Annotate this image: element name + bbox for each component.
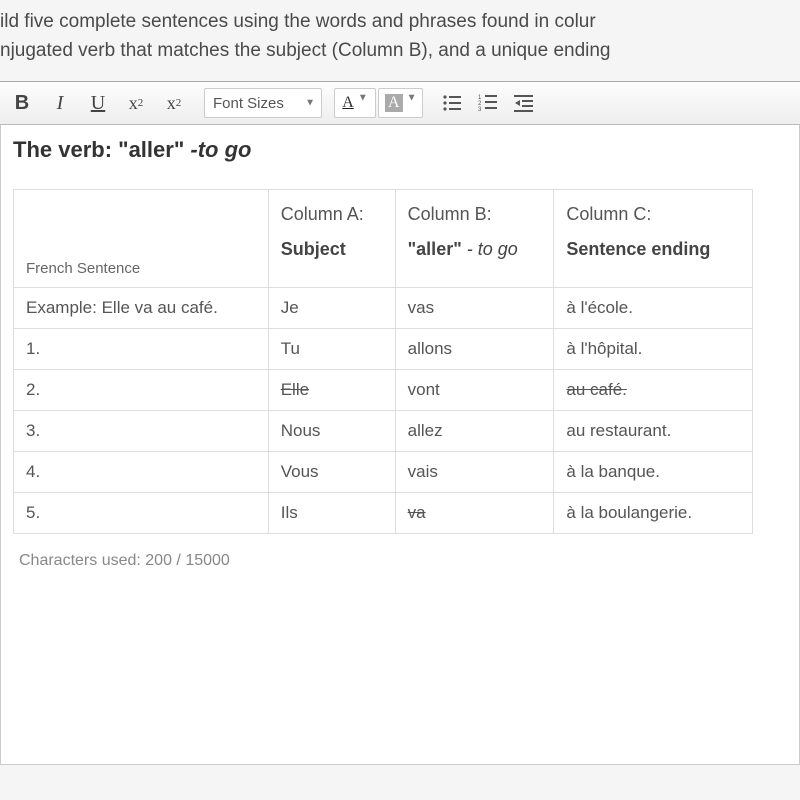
instruction-line-2: njugated verb that matches the subject (… (0, 37, 800, 66)
cell-french-sentence: 2. (14, 370, 269, 411)
table-row: 5.Ilsvaà la boulangerie. (14, 493, 753, 534)
cell-verb: vont (395, 370, 554, 411)
cell-ending: au café. (554, 370, 753, 411)
cell-ending: à la banque. (554, 452, 753, 493)
cell-subject: Je (268, 288, 395, 329)
cell-subject: Tu (268, 329, 395, 370)
cell-subject: Ils (268, 493, 395, 534)
subscript-button[interactable]: x2 (156, 85, 192, 121)
bulleted-list-icon (442, 93, 462, 113)
chevron-down-icon: ▼ (407, 92, 417, 103)
cell-ending: à l'école. (554, 288, 753, 329)
cell-verb: vas (395, 288, 554, 329)
table-header-row: French Sentence Column A: Subject Column… (14, 190, 753, 288)
indent-icon (514, 93, 534, 113)
cell-verb: allons (395, 329, 554, 370)
chevron-down-icon: ▼ (305, 98, 315, 109)
character-count: Characters used: 200 / 15000 (13, 534, 787, 570)
cell-french-sentence: 5. (14, 493, 269, 534)
font-size-label: Font Sizes (213, 95, 284, 112)
cell-subject: Elle (268, 370, 395, 411)
table-row: 1.Tuallonsà l'hôpital. (14, 329, 753, 370)
font-size-dropdown[interactable]: Font Sizes ▼ (204, 88, 322, 118)
background-color-button[interactable]: A ▼ (378, 88, 423, 118)
numbered-list-button[interactable]: 1 2 3 (471, 86, 505, 120)
cell-french-sentence: 4. (14, 452, 269, 493)
table-row: 2.Ellevontau café. (14, 370, 753, 411)
cell-ending: à la boulangerie. (554, 493, 753, 534)
underline-button[interactable]: U (80, 85, 116, 121)
superscript-button[interactable]: x2 (118, 85, 154, 121)
text-color-glyph: A (342, 94, 354, 112)
bulleted-list-button[interactable] (435, 86, 469, 120)
chevron-down-icon: ▼ (358, 92, 368, 103)
cell-french-sentence: 3. (14, 411, 269, 452)
verb-title: The verb: "aller" -to go (13, 133, 787, 181)
instructions-text: ild five complete sentences using the wo… (0, 0, 800, 81)
header-column-b: Column B: "aller" - to go (395, 190, 554, 288)
cell-french-sentence: Example: Elle va au café. (14, 288, 269, 329)
indent-button[interactable] (507, 86, 541, 120)
cell-ending: à l'hôpital. (554, 329, 753, 370)
header-column-c: Column C: Sentence ending (554, 190, 753, 288)
bg-color-glyph: A (385, 94, 403, 112)
rich-text-editor[interactable]: The verb: "aller" -to go French Sentence… (0, 125, 800, 765)
numbered-list-icon: 1 2 3 (478, 93, 498, 113)
svg-text:3: 3 (478, 107, 482, 113)
instruction-line-1: ild five complete sentences using the wo… (0, 8, 800, 37)
italic-button[interactable]: I (42, 85, 78, 121)
cell-french-sentence: 1. (14, 329, 269, 370)
header-column-a: Column A: Subject (268, 190, 395, 288)
cell-verb: va (395, 493, 554, 534)
header-french-sentence: French Sentence (14, 190, 269, 288)
table-row: Example: Elle va au café.Jevasà l'école. (14, 288, 753, 329)
cell-subject: Vous (268, 452, 395, 493)
cell-subject: Nous (268, 411, 395, 452)
text-color-button[interactable]: A ▼ (334, 88, 376, 118)
bold-button[interactable]: B (4, 85, 40, 121)
cell-verb: vais (395, 452, 554, 493)
cell-verb: allez (395, 411, 554, 452)
cell-ending: au restaurant. (554, 411, 753, 452)
conjugation-table: French Sentence Column A: Subject Column… (13, 189, 753, 534)
editor-toolbar: B I U x2 x2 Font Sizes ▼ A ▼ A ▼ 1 2 3 (0, 81, 800, 125)
table-row: 3.Nousallezau restaurant. (14, 411, 753, 452)
table-row: 4.Vousvaisà la banque. (14, 452, 753, 493)
